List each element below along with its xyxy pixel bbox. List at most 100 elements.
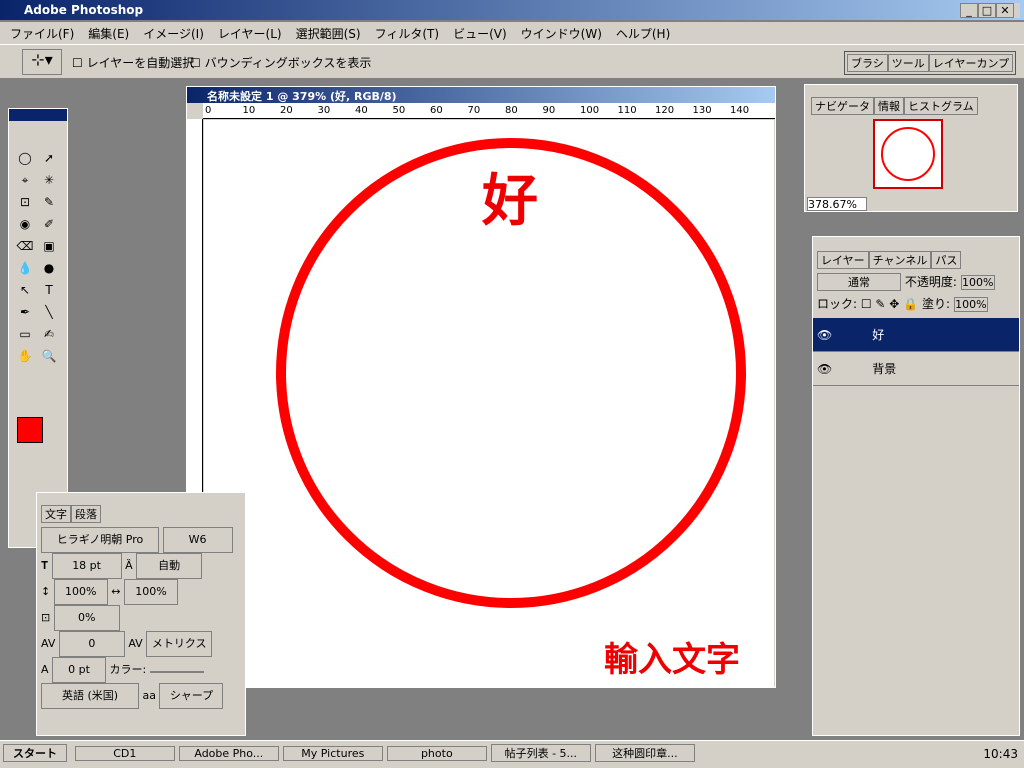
navigator-zoom-input[interactable]: [807, 197, 867, 211]
blend-mode-select[interactable]: 通常: [817, 273, 901, 291]
taskbar: スタート CD1 Adobe Pho... My Pictures photo 帖子列表…: [0, 740, 1024, 768]
ruler-tick-label: 110: [617, 105, 637, 116]
tool-icon[interactable]: ✐: [37, 217, 61, 239]
taskbar-item[interactable]: My Pictures: [282, 746, 383, 761]
ruler-tick-label: 20: [280, 105, 293, 116]
palette-well-tab[interactable]: ツール: [887, 54, 929, 72]
opacity-input[interactable]: 100%: [960, 275, 995, 290]
move-tool-preset[interactable]: ⊹▾: [22, 49, 62, 75]
app-title-bar: Adobe Photoshop: [0, 0, 1024, 20]
taskbar-item[interactable]: 这种圆印章...: [594, 744, 695, 762]
layers-panel: レイヤー チャンネル パス 通常 不透明度: 100% ロック: ☐ ✎ ✥ 🔒 塗…: [812, 236, 1020, 736]
menu-item[interactable]: ファイル(F): [10, 27, 74, 41]
ruler-tick-label: 40: [355, 105, 368, 116]
toolbox-title: [9, 109, 67, 121]
layers-tab[interactable]: パス: [931, 251, 962, 269]
baseline-shift-input[interactable]: 0 pt: [52, 657, 107, 683]
tsume-input[interactable]: 0%: [53, 605, 120, 631]
tool-icon[interactable]: ▭: [13, 327, 37, 349]
kerning-select[interactable]: メトリクス: [146, 631, 213, 657]
tool-icon[interactable]: ✳: [37, 173, 61, 195]
fill-input[interactable]: 100%: [953, 297, 988, 312]
tool-icon[interactable]: ➚: [37, 151, 61, 173]
tool-icon[interactable]: T: [37, 283, 61, 305]
font-family-select[interactable]: ヒラギノ明朝 Pro: [41, 527, 159, 553]
vertical-scale-input[interactable]: 100%: [53, 579, 108, 605]
layer-name: 好: [872, 328, 885, 342]
horizontal-scale-input[interactable]: 100%: [123, 579, 178, 605]
taskbar-item[interactable]: Adobe Pho...: [178, 746, 279, 761]
bbox-label: バウンディングボックスを表示: [204, 56, 372, 70]
tool-icon[interactable]: ⌖: [13, 173, 37, 195]
app-title: Adobe Photoshop: [24, 3, 144, 17]
tool-icon[interactable]: ⊡: [13, 195, 37, 217]
bbox-checkbox[interactable]: ☐ バウンディングボックスを表示: [190, 54, 371, 71]
tool-icon[interactable]: ●: [37, 261, 61, 283]
menu-item[interactable]: ヘルプ(H): [616, 27, 670, 41]
ruler-tick-label: 100: [580, 105, 600, 116]
tool-icon[interactable]: ▣: [37, 239, 61, 261]
tool-icon[interactable]: ◯: [13, 151, 37, 173]
visibility-eye-icon[interactable]: 👁: [817, 362, 832, 376]
maximize-button[interactable]: □: [978, 3, 996, 18]
window-controls: _ □ ✕: [960, 3, 1020, 18]
tool-icon[interactable]: 🔍: [37, 349, 61, 371]
navigator-tab[interactable]: 情報: [874, 97, 904, 115]
menu-item[interactable]: ウインドウ(W): [521, 27, 602, 41]
layer-name: 背景: [872, 362, 897, 376]
tool-icon[interactable]: ✎: [37, 195, 61, 217]
taskbar-item[interactable]: 帖子列表 - 5...: [490, 744, 591, 762]
menu-item[interactable]: レイヤー(L): [218, 27, 282, 41]
menu-item[interactable]: イメージ(I): [143, 27, 204, 41]
ruler-tick-label: 0: [205, 105, 212, 116]
lock-label: ロック:: [817, 297, 858, 311]
navigator-tab[interactable]: ヒストグラム: [904, 97, 978, 115]
menu-item[interactable]: フィルタ(T): [375, 27, 439, 41]
layers-tab[interactable]: チャンネル: [868, 251, 932, 269]
antialias-select[interactable]: シャープ: [159, 683, 224, 709]
canvas[interactable]: 好 輸入文字: [204, 120, 774, 688]
tool-icon[interactable]: ◉: [13, 217, 37, 239]
ruler-tick-label: 30: [317, 105, 331, 116]
visibility-eye-icon[interactable]: 👁: [817, 328, 832, 342]
menu-item[interactable]: 選択範囲(S): [296, 27, 361, 41]
layers-tab[interactable]: レイヤー: [817, 251, 869, 269]
tool-icon[interactable]: ⌫: [13, 239, 37, 261]
font-weight-select[interactable]: W6: [162, 527, 233, 553]
leading-input[interactable]: 自動: [136, 553, 203, 579]
text-color-swatch[interactable]: [149, 671, 204, 673]
tool-icon[interactable]: ✋: [13, 349, 37, 371]
ruler-tick-label: 70: [467, 105, 481, 116]
taskbar-item[interactable]: photo: [386, 746, 487, 761]
tool-icon[interactable]: ✒: [13, 305, 37, 327]
ruler-tick-label: 80: [505, 105, 518, 116]
character-tab[interactable]: 文字: [41, 505, 71, 523]
tool-icon[interactable]: ✍: [37, 327, 61, 349]
tool-icon[interactable]: ╲: [37, 305, 61, 327]
opacity-label: 不透明度:: [904, 275, 957, 289]
foreground-color-swatch[interactable]: [17, 417, 43, 443]
tool-icon[interactable]: ↖: [13, 283, 37, 305]
minimize-button[interactable]: _: [960, 3, 978, 18]
language-select[interactable]: 英語 (米国): [41, 683, 139, 709]
glyph-text: 好: [482, 168, 538, 234]
menu-item[interactable]: ビュー(V): [453, 27, 507, 41]
tool-icon[interactable]: 💧: [13, 261, 37, 283]
character-tab[interactable]: 段落: [71, 505, 101, 523]
palette-well-tab[interactable]: ブラシ: [847, 54, 888, 72]
taskbar-item[interactable]: CD1: [74, 746, 175, 761]
ruler-tick-label: 50: [392, 105, 406, 116]
layer-row[interactable]: 👁 背景: [813, 352, 1019, 386]
ruler-tick-label: 60: [430, 105, 443, 116]
menu-item[interactable]: 編集(E): [88, 27, 129, 41]
start-button[interactable]: スタート: [3, 744, 67, 762]
navigator-thumbnail[interactable]: [873, 119, 943, 189]
font-size-input[interactable]: 18 pt: [51, 553, 122, 579]
navigator-tab[interactable]: ナビゲータ: [811, 97, 874, 115]
layer-row[interactable]: 👁 好: [813, 318, 1019, 352]
layer-options: 通常 不透明度: 100%: [813, 269, 1019, 295]
close-button[interactable]: ✕: [996, 3, 1014, 18]
tracking-input[interactable]: 0: [58, 631, 125, 657]
palette-well-tab[interactable]: レイヤーカンプ: [928, 54, 1014, 72]
autoselect-checkbox[interactable]: ☐ レイヤーを自動選択: [72, 54, 194, 71]
